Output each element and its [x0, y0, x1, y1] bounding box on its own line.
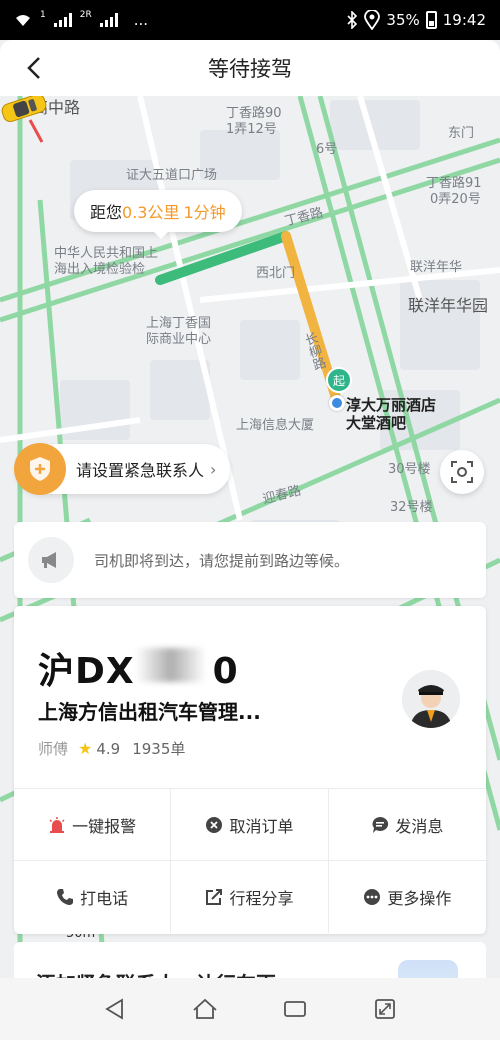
location-icon: [364, 10, 381, 30]
alarm-label: 一键报警: [72, 816, 137, 836]
eta-distance: 0.3公里: [122, 203, 180, 222]
map-label-ximen: 西北门: [256, 266, 296, 281]
message-icon: [371, 816, 389, 834]
map-label-dongmen: 东门: [448, 126, 475, 141]
megaphone-icon: [28, 537, 74, 583]
eta-bubble: 距您 0.3公里 1分钟: [74, 190, 242, 239]
wifi-icon: [16, 15, 30, 26]
plate-tail: 0: [212, 651, 239, 692]
map-label-dingxiang90b: 1弄12号: [226, 122, 277, 137]
map-label-dingxiang-intl2: 际商业中心: [146, 332, 212, 347]
battery-percent: 35%: [386, 11, 420, 29]
triangle-back-icon: [105, 998, 123, 1020]
cancel-order-button[interactable]: 取消订单: [171, 789, 329, 861]
signal-icon-2: [99, 13, 118, 27]
page-title: 等待接驾: [208, 57, 292, 81]
back-button[interactable]: [18, 52, 50, 84]
star-icon: ★: [78, 739, 93, 758]
plate-redaction: [136, 648, 206, 682]
system-fullscreen-button[interactable]: [365, 989, 405, 1029]
share-icon: [205, 888, 223, 906]
map-label-dingxiang91b: 0弄20号: [430, 192, 481, 207]
home-icon: [193, 998, 217, 1019]
map-label-32hao: 32号楼: [390, 500, 433, 515]
emergency-contact-button[interactable]: 请设置紧急联系人 ›: [14, 443, 231, 495]
send-message-label: 发消息: [395, 816, 444, 836]
share-trip-label: 行程分享: [229, 889, 294, 908]
alarm-icon: [48, 816, 66, 834]
map-label-lianyang2: 联洋年华园: [408, 296, 489, 315]
system-nav-bar: [0, 978, 500, 1040]
recents-icon: [284, 1001, 306, 1017]
phone-icon: [56, 888, 74, 906]
driver-meta: 师傅 ★ 4.9 1935单: [38, 738, 185, 759]
eta-prefix: 距您: [90, 203, 123, 222]
bluetooth-icon: [347, 11, 358, 29]
driver-arriving-notice: 司机即将到达，请您提前到路边等候。: [14, 522, 486, 598]
status-bar: 1 2R ... 35% 19:42: [0, 0, 500, 40]
driver-orders: 1935单: [132, 740, 186, 758]
emergency-contact-label: 请设置紧急联系人: [76, 461, 205, 480]
send-message-button[interactable]: 发消息: [328, 789, 486, 861]
sim2-label: 2R: [79, 10, 92, 20]
chevron-left-icon: [27, 57, 40, 79]
system-home-button[interactable]: [185, 989, 225, 1029]
map-label-30hao: 30号楼: [388, 462, 431, 477]
start-marker: 起: [326, 367, 352, 393]
cancel-icon: [205, 816, 223, 834]
notification-dots: ...: [133, 11, 149, 29]
taxi-company: 上海方信出租汽车管理...: [38, 700, 261, 724]
driver-rating: 4.9: [96, 739, 121, 758]
current-location-dot: [329, 395, 345, 411]
map-label-customs2: 海出入境检验检: [54, 262, 146, 277]
driver-card: 沪DX 0 上海方信出租汽车管理... 师傅 ★ 4.9 1935单 一键报警 取…: [14, 606, 486, 934]
share-trip-button[interactable]: 行程分享: [171, 861, 329, 933]
map-label-zhengda: 证大五道口广场: [126, 168, 218, 183]
call-button[interactable]: 打电话: [14, 861, 172, 933]
eta-time: 1分钟: [183, 203, 226, 222]
notice-text: 司机即将到达，请您提前到路边等候。: [94, 551, 350, 570]
action-grid: 一键报警 取消订单 发消息 打电话 行程分享 更多操作: [14, 789, 486, 933]
more-icon: [363, 888, 381, 906]
expand-icon: [375, 999, 395, 1019]
more-actions-button[interactable]: 更多操作: [329, 861, 486, 933]
chevron-right-icon: ›: [210, 459, 217, 479]
alarm-button[interactable]: 一键报警: [14, 789, 172, 861]
system-back-button[interactable]: [95, 989, 135, 1029]
call-label: 打电话: [80, 889, 129, 908]
shield-icon: [14, 443, 66, 495]
map-label-hotel2: 大堂酒吧: [346, 414, 407, 432]
map-label-6hao: 6号: [316, 142, 338, 157]
cancel-order-label: 取消订单: [229, 816, 294, 836]
battery-icon: [425, 11, 437, 29]
nav-bar: 等待接驾: [0, 40, 500, 96]
target-icon: [451, 461, 473, 483]
more-actions-label: 更多操作: [387, 889, 452, 908]
recenter-button[interactable]: [440, 450, 484, 494]
map-label-infotower: 上海信息大厦: [236, 418, 315, 433]
sim1-label: 1: [40, 10, 46, 20]
map-label-lianyang: 联洋年华: [410, 260, 463, 275]
signal-icon: [53, 13, 72, 27]
plate-prefix: 沪DX: [38, 651, 135, 692]
clock: 19:42: [442, 11, 486, 29]
system-recents-button[interactable]: [275, 989, 315, 1029]
driver-name: 师傅: [38, 740, 69, 758]
driver-avatar[interactable]: [402, 670, 460, 728]
